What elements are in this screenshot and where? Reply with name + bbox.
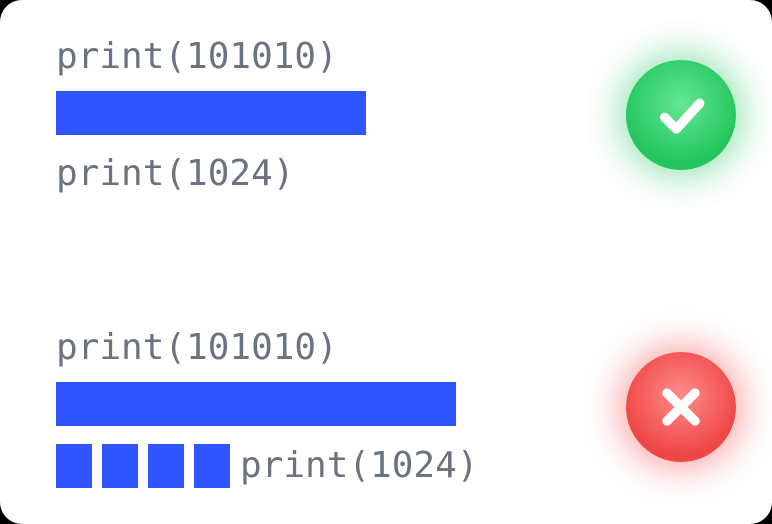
indent-block <box>56 444 92 488</box>
status-incorrect <box>626 352 736 462</box>
redaction-bar <box>56 382 456 426</box>
code-line-indented: print(1024) <box>56 444 478 488</box>
redacted-line <box>56 382 478 430</box>
indent-block <box>148 444 184 488</box>
status-correct <box>626 60 736 170</box>
example-incorrect: print(101010) print(1024) <box>56 327 736 488</box>
cross-icon <box>653 379 709 435</box>
code-block-incorrect: print(101010) print(1024) <box>56 327 478 488</box>
indent-block <box>102 444 138 488</box>
code-text: print(1024) <box>240 445 478 486</box>
comparison-card: print(101010) print(1024) print(101010) … <box>0 0 772 524</box>
code-line: print(101010) <box>56 327 478 368</box>
code-line: print(1024) <box>56 153 366 194</box>
example-correct: print(101010) print(1024) <box>56 36 736 195</box>
indent-block <box>194 444 230 488</box>
code-line: print(101010) <box>56 36 366 77</box>
check-icon <box>653 87 709 143</box>
redacted-line <box>56 91 366 139</box>
redaction-bar <box>56 91 366 135</box>
code-block-correct: print(101010) print(1024) <box>56 36 366 195</box>
